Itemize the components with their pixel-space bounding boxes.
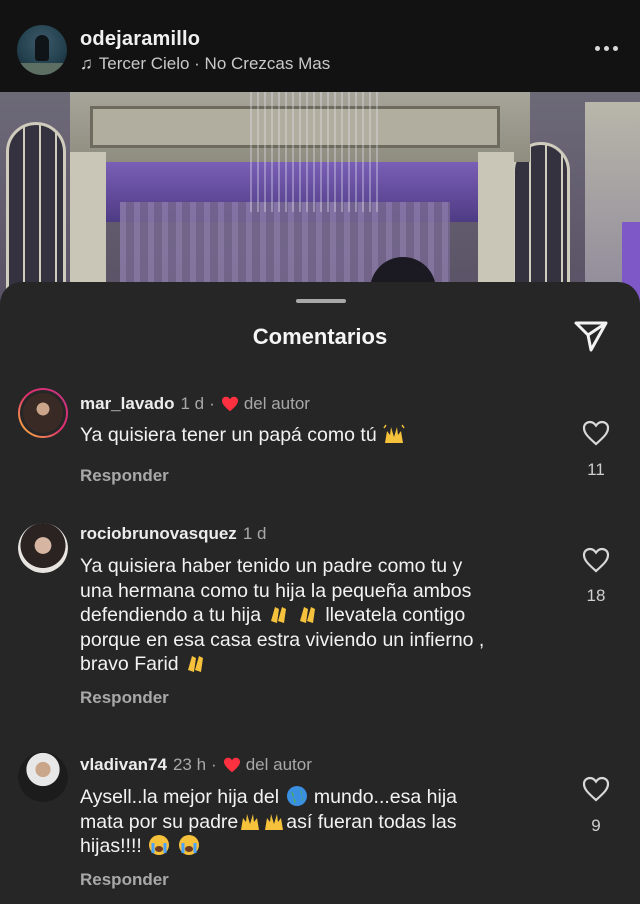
author-liked-heart-icon <box>223 757 240 773</box>
comment-meta: rociobrunovasquez 1 d <box>80 524 266 544</box>
avatar-ground <box>17 63 67 75</box>
raising-hands-emoji <box>383 424 405 443</box>
raising-hands-emoji <box>241 813 260 830</box>
author-liked-heart-icon <box>221 396 238 412</box>
sheet-title: Comentarios <box>252 324 388 349</box>
reply-button[interactable]: Responder <box>80 870 169 890</box>
comment-meta: vladivan74 23 h · del autor <box>80 755 312 775</box>
comment-username[interactable]: mar_lavado <box>80 394 175 414</box>
like-count: 18 <box>586 586 606 605</box>
song-title: Tercer Cielo · No Crezcas Mas <box>98 54 331 73</box>
comment-item: mar_lavado 1 d · del autor Ya quisiera t… <box>0 388 640 498</box>
comment-text: Aysell..la mejor hija del mundo...esa hi… <box>80 786 458 858</box>
reply-button[interactable]: Responder <box>80 688 169 708</box>
video-chandelier <box>250 92 380 212</box>
more-options-button[interactable] <box>592 38 620 58</box>
globe-emoji <box>286 786 307 806</box>
comment-username[interactable]: rociobrunovasquez <box>80 524 237 544</box>
reel-header: odejaramillo ♫ Tercer Cielo · No Crezcas… <box>0 0 640 92</box>
avatar-figure <box>35 35 49 61</box>
video-window-left <box>6 122 66 292</box>
crying-face-emoji <box>178 835 199 856</box>
music-note-icon: ♫ <box>80 54 93 73</box>
more-horizontal-icon <box>594 45 600 51</box>
comment-time: 1 d <box>242 524 267 543</box>
reel-username[interactable]: odejaramillo <box>80 28 200 51</box>
comments-sheet: Comentarios mar_lavado 1 d · del autor Y… <box>0 282 640 904</box>
comment-username[interactable]: vladivan74 <box>80 755 167 775</box>
raising-hands-emoji <box>265 813 284 830</box>
heart-outline-icon[interactable] <box>582 420 610 446</box>
avatar[interactable] <box>17 25 67 75</box>
video-window-right <box>512 142 570 292</box>
clapping-hands-emoji <box>270 607 286 624</box>
crying-face-emoji <box>149 835 170 856</box>
paper-plane-icon[interactable] <box>572 318 610 354</box>
sheet-drag-handle[interactable] <box>296 299 346 303</box>
like-count: 11 <box>587 460 605 479</box>
comment-time: 23 h <box>172 755 207 774</box>
comment-text: Ya quisiera tener un papá como tú <box>80 423 560 448</box>
reply-button[interactable]: Responder <box>80 466 169 486</box>
heart-outline-icon[interactable] <box>582 547 610 573</box>
avatar[interactable] <box>18 752 68 802</box>
comment-time: 1 d <box>180 394 205 413</box>
author-badge: del autor <box>243 394 310 413</box>
comment-item: vladivan74 23 h · del autor Aysell..la m… <box>0 752 640 897</box>
reel-song[interactable]: ♫ Tercer Cielo · No Crezcas Mas <box>80 54 330 74</box>
heart-outline-icon[interactable] <box>582 776 610 802</box>
comment-item: rociobrunovasquez 1 d Ya quisiera haber … <box>0 522 640 712</box>
comment-meta: mar_lavado 1 d · del autor <box>80 394 310 414</box>
clapping-hands-emoji <box>188 656 204 673</box>
avatar[interactable] <box>18 523 68 573</box>
avatar[interactable] <box>18 388 68 438</box>
author-badge: del autor <box>245 755 312 774</box>
clapping-hands-emoji <box>299 607 315 624</box>
comment-text: Ya quisiera haber tenido un padre como t… <box>80 555 485 676</box>
like-count: 9 <box>591 816 601 835</box>
